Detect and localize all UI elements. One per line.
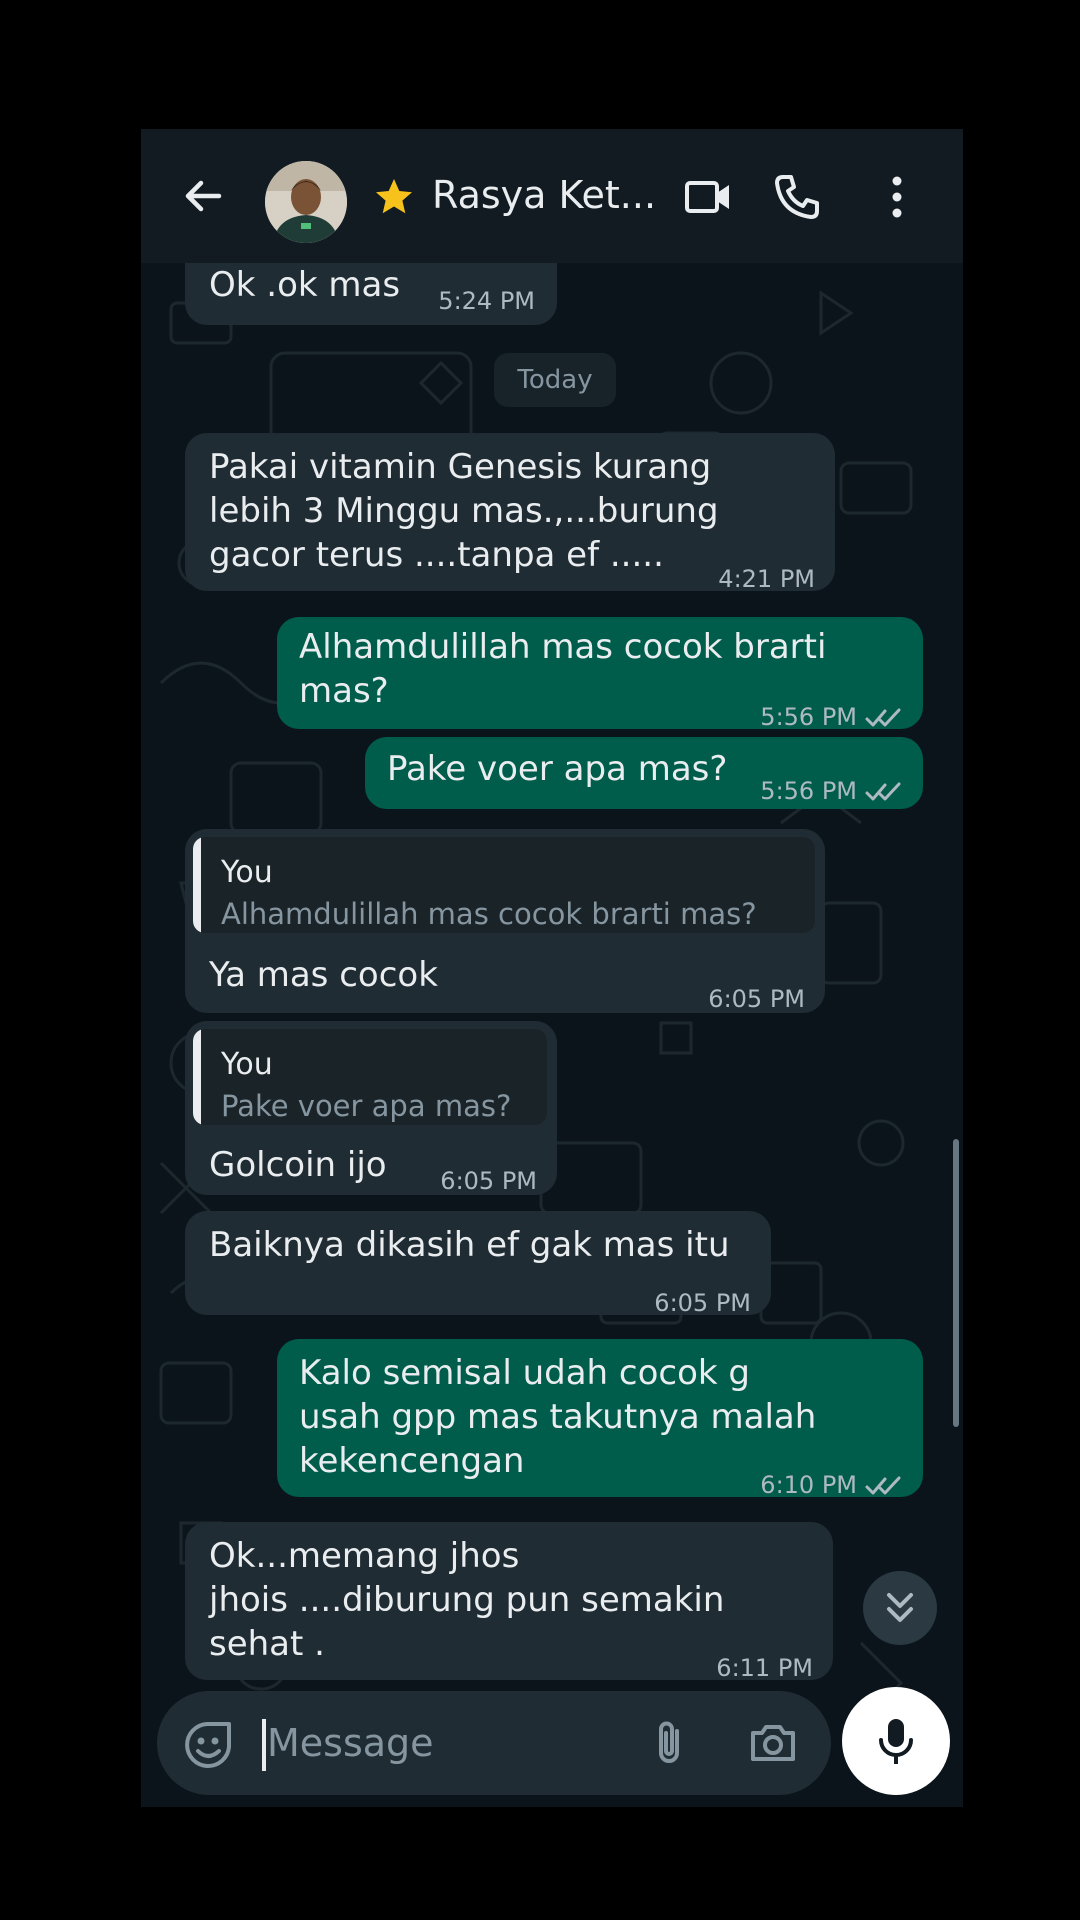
message-bubble-incoming[interactable]: Ok .ok mas 5:24 PM [185, 263, 557, 325]
more-vert-icon[interactable] [885, 171, 909, 223]
read-ticks-icon [865, 782, 901, 801]
attach-icon[interactable] [644, 1717, 696, 1769]
message-time: 5:56 PM [760, 777, 857, 805]
message-bubble-incoming[interactable]: You Pake voer apa mas? Golcoin ijo 6:05 … [185, 1021, 557, 1195]
star-icon [376, 179, 412, 214]
message-bubble-outgoing[interactable]: Alhamdulillah mas cocok brarti mas? 5:56… [277, 617, 923, 731]
message-input[interactable]: Message [267, 1717, 434, 1769]
message-text: Kalo semisal udah cocok g usah gpp mas t… [299, 1353, 817, 1481]
message-meta: 6:10 PM [760, 1463, 903, 1507]
message-meta: 5:56 PM [760, 769, 903, 813]
message-time: 4:21 PM [718, 565, 815, 593]
back-arrow-icon[interactable] [179, 172, 227, 220]
chat-header: Rasya Ket... [141, 129, 963, 263]
date-chip: Today [494, 353, 616, 407]
scrollbar[interactable] [953, 1139, 959, 1427]
message-text: Alhamdulillah mas cocok brarti mas? [299, 627, 827, 711]
message-bubble-incoming[interactable]: Baiknya dikasih ef gak mas itu 6:05 PM [185, 1211, 771, 1317]
message-time: 6:05 PM [440, 1167, 537, 1195]
video-call-icon[interactable] [683, 171, 735, 223]
voice-message-button[interactable] [842, 1687, 950, 1795]
message-time: 5:56 PM [760, 703, 857, 731]
message-time: 5:24 PM [438, 287, 535, 315]
chat-screen: Rasya Ket... Ok .ok mas 5:24 PM Today Pa… [141, 129, 963, 1807]
message-text: Ok...memang jhos jhois ....diburung pun … [209, 1536, 725, 1664]
mic-icon [879, 1719, 913, 1764]
message-bubble-incoming[interactable]: You Alhamdulillah mas cocok brarti mas? … [185, 829, 825, 1013]
message-text: Ya mas cocok [209, 955, 438, 995]
message-bubble-outgoing[interactable]: Kalo semisal udah cocok g usah gpp mas t… [277, 1339, 923, 1499]
read-ticks-icon [865, 1476, 901, 1495]
camera-icon[interactable] [747, 1717, 799, 1769]
text-caret [262, 1719, 266, 1771]
quoted-message[interactable]: You Alhamdulillah mas cocok brarti mas? [193, 837, 815, 933]
message-bubble-incoming[interactable]: Ok...memang jhos jhois ....diburung pun … [185, 1522, 833, 1682]
message-composer[interactable]: Message [157, 1691, 831, 1795]
chevron-double-down-icon [887, 1593, 913, 1622]
quote-text: Alhamdulillah mas cocok brarti mas? [221, 897, 757, 931]
phone-icon[interactable] [771, 171, 823, 223]
read-ticks-icon [865, 708, 901, 727]
message-time: 6:11 PM [716, 1654, 813, 1682]
message-text: Pakai vitamin Genesis kurang lebih 3 Min… [209, 447, 719, 575]
quote-author: You [221, 1047, 273, 1082]
message-time: 6:10 PM [760, 1471, 857, 1499]
quoted-message[interactable]: You Pake voer apa mas? [193, 1029, 547, 1125]
avatar[interactable] [265, 161, 347, 243]
message-text: Ok .ok mas [209, 265, 401, 305]
quote-bar [193, 1029, 201, 1125]
message-text: Pake voer apa mas? [387, 749, 728, 789]
quote-bar [193, 837, 201, 933]
contact-name[interactable]: Rasya Ket... [432, 169, 656, 222]
message-text: Baiknya dikasih ef gak mas itu [209, 1225, 730, 1265]
message-meta: 5:56 PM [760, 695, 903, 739]
sticker-icon[interactable] [183, 1719, 235, 1771]
message-time: 6:05 PM [708, 985, 805, 1013]
message-text: Golcoin ijo [209, 1145, 387, 1185]
scroll-to-bottom-button[interactable] [863, 1571, 937, 1645]
message-time: 6:05 PM [654, 1289, 751, 1317]
quote-text: Pake voer apa mas? [221, 1089, 512, 1123]
message-bubble-outgoing[interactable]: Pake voer apa mas? 5:56 PM [365, 737, 923, 809]
message-bubble-incoming[interactable]: Pakai vitamin Genesis kurang lebih 3 Min… [185, 433, 835, 593]
quote-author: You [221, 855, 273, 890]
